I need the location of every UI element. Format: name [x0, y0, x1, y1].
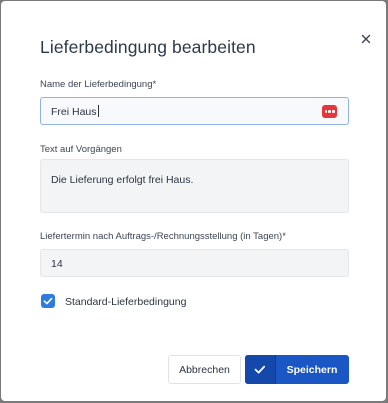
more-dots-icon[interactable] [322, 105, 337, 118]
cancel-button-label: Abbrechen [179, 363, 230, 376]
default-condition-checkbox[interactable] [41, 294, 55, 308]
delivery-days-input[interactable]: 14 [40, 249, 349, 277]
edit-delivery-condition-dialog: Lieferbedingung bearbeiten Name der Lief… [1, 1, 386, 401]
text-field-label: Text auf Vorgängen [40, 144, 122, 155]
text-cursor [97, 105, 99, 117]
cancel-button[interactable]: Abbrechen [168, 355, 241, 384]
checkmark-icon [43, 297, 53, 305]
default-condition-label: Standard-Lieferbedingung [65, 296, 187, 308]
text-textarea-value: Die Lieferung erfolgt frei Haus. [51, 174, 194, 186]
name-input-value: Frei Haus [51, 106, 97, 118]
text-textarea[interactable]: Die Lieferung erfolgt frei Haus. [40, 159, 349, 213]
save-button[interactable]: Speichern [245, 355, 349, 384]
delivery-days-value: 14 [51, 258, 63, 270]
check-icon [245, 355, 276, 384]
name-field-label: Name der Lieferbedingung* [40, 79, 157, 90]
close-icon[interactable] [359, 32, 373, 46]
save-button-label: Speichern [286, 363, 338, 376]
delivery-days-label: Liefertermin nach Auftrags-/Rechnungsste… [40, 231, 286, 242]
name-input[interactable]: Frei Haus [40, 97, 349, 125]
dialog-title: Lieferbedingung bearbeiten [40, 37, 256, 57]
